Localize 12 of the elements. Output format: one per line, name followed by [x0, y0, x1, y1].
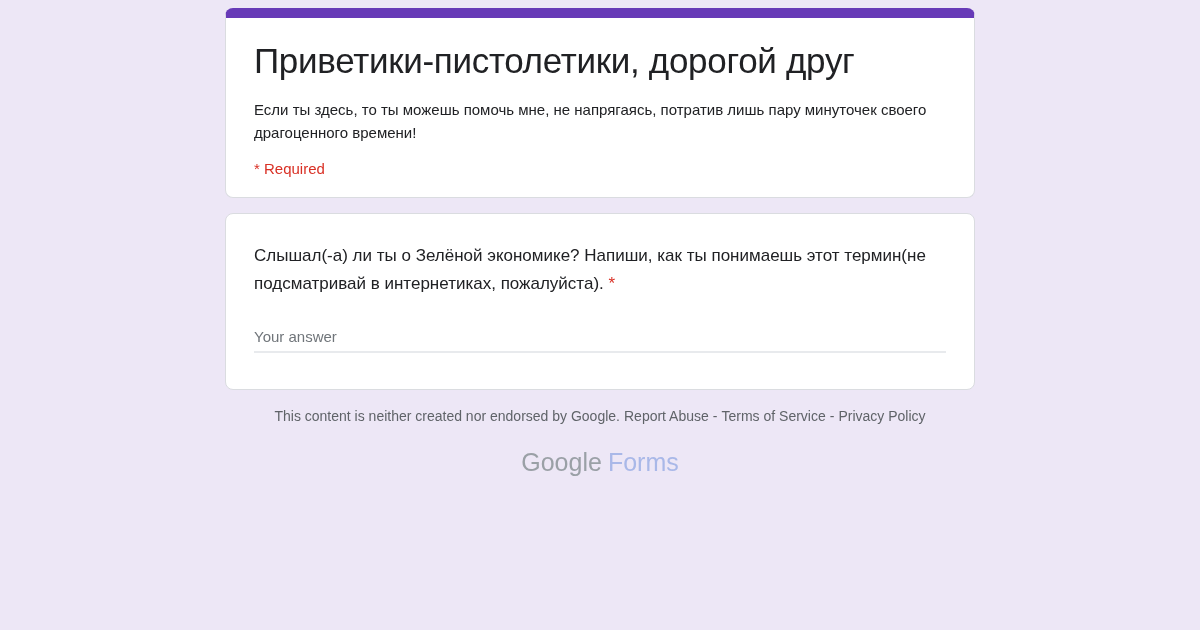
footer-link[interactable]: Privacy Policy — [838, 407, 926, 424]
form-description: Если ты здесь, то ты можешь помочь мне, не напрягаясь, потратив лишь пару минуточек своего драгоценного времени! — [254, 99, 928, 143]
form-title: Приветики-пистолетики, дорогой друг — [254, 40, 856, 82]
answer-field[interactable]: Your answer — [254, 321, 946, 353]
separator: - — [712, 407, 718, 424]
required-mark: * — [608, 273, 616, 293]
separator: - — [829, 407, 835, 424]
question-text: Слышал(-а) ли ты о Зелёной экономике? Напиши, как ты понимаешь этот термин(не подсматривай в интернетиках, пожалуйста). * — [254, 244, 927, 295]
footer-link[interactable]: Report Abuse — [624, 407, 709, 424]
disclaimer-text: This content is neither created nor endorsed by Google. — [274, 407, 620, 424]
footer-link[interactable]: Terms of Service — [721, 407, 826, 424]
required-note: * Required — [254, 159, 326, 177]
